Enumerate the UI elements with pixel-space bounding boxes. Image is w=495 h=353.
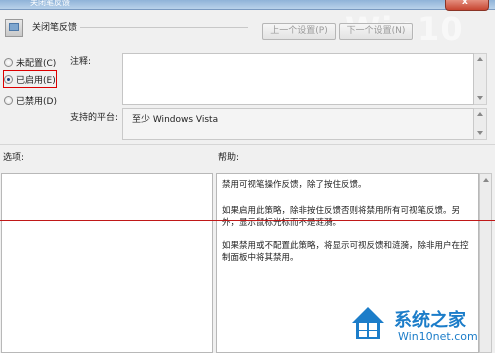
- radio-button-icon[interactable]: [4, 57, 13, 67]
- platform-value: 至少 Windows Vista: [132, 115, 219, 125]
- header-divider: [80, 27, 248, 28]
- radio-disabled[interactable]: 已禁用(D): [4, 93, 57, 107]
- scroll-down-icon[interactable]: [477, 96, 483, 100]
- scroll-up-icon[interactable]: [477, 112, 483, 116]
- close-icon: x: [462, 0, 468, 7]
- radio-label: 已启用(E): [16, 75, 56, 86]
- scroll-down-icon[interactable]: [477, 131, 483, 135]
- policy-icon: [5, 19, 23, 37]
- scroll-up-icon[interactable]: [477, 57, 483, 61]
- help-label: 帮助:: [218, 153, 240, 163]
- platform-label: 支持的平台:: [70, 113, 119, 123]
- options-label: 选项:: [3, 153, 25, 163]
- help-scrollbar[interactable]: [479, 173, 492, 353]
- comment-scrollbar[interactable]: [474, 53, 487, 105]
- help-paragraph: 如果禁用或不配置此策略，将显示可视反馈和涟漪，除非用户在控制面板中将其禁用。: [222, 241, 469, 263]
- section-divider: [0, 144, 495, 145]
- radio-button-selected-icon[interactable]: [4, 74, 13, 84]
- radio-label: 已禁用(D): [16, 96, 57, 107]
- help-paragraph: 如果启用此策略，除非按住反馈否则将禁用所有可视笔反馈。另外，显示鼠标光标而不是涟…: [222, 206, 461, 228]
- options-pane: [1, 173, 213, 353]
- window-title: 关闭笔反馈: [30, 0, 70, 7]
- annotation-line: [0, 220, 495, 221]
- comment-label: 注释:: [70, 57, 92, 67]
- platform-scrollbar[interactable]: [474, 108, 487, 140]
- radio-enabled[interactable]: 已启用(E): [4, 72, 56, 86]
- policy-title: 关闭笔反馈: [32, 23, 78, 33]
- help-paragraph: 禁用可视笔操作反馈，除了按住反馈。: [222, 180, 367, 190]
- logo-url: Win10net.com: [398, 330, 478, 343]
- previous-setting-button[interactable]: 上一个设置(P): [262, 23, 336, 40]
- comment-textarea[interactable]: [122, 53, 474, 105]
- radio-label: 未配置(C): [16, 58, 57, 69]
- next-setting-button[interactable]: 下一个设置(N): [339, 23, 413, 40]
- radio-button-icon[interactable]: [4, 95, 13, 105]
- radio-not-configured[interactable]: 未配置(C): [4, 55, 56, 69]
- logo-name: 系统之家: [394, 310, 466, 331]
- scroll-up-icon[interactable]: [483, 178, 489, 182]
- title-bar: 关闭笔反馈: [0, 0, 495, 10]
- house-logo-icon: [352, 307, 384, 339]
